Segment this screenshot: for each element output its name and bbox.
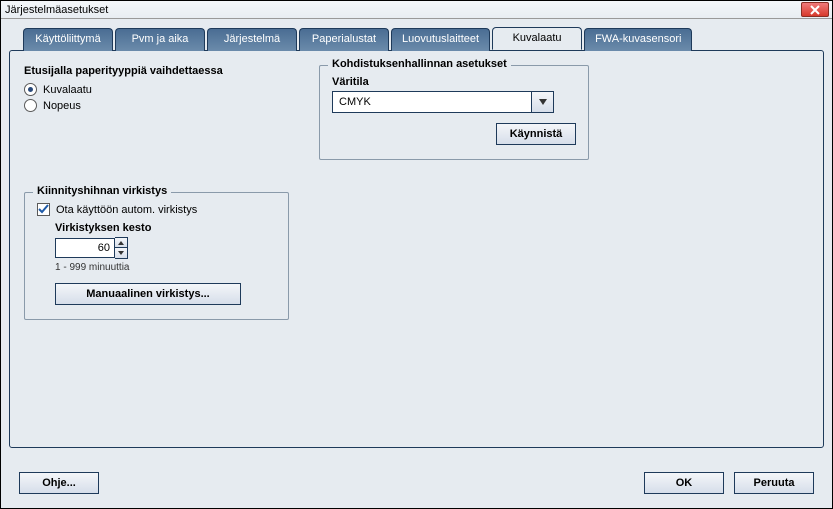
manual-refresh-button[interactable]: Manuaalinen virkistys... <box>55 283 241 305</box>
duration-input[interactable] <box>55 238 115 258</box>
tab-datetime[interactable]: Pvm ja aika <box>115 28 205 51</box>
ok-button[interactable]: OK <box>644 472 724 494</box>
footer-buttons: Ohje... OK Peruuta <box>9 466 824 500</box>
tab-system[interactable]: Järjestelmä <box>207 28 297 51</box>
check-icon <box>38 204 49 215</box>
registration-title: Kohdistuksenhallinnan asetukset <box>328 58 511 70</box>
auto-refresh-row[interactable]: Ota käyttöön autom. virkistys <box>37 203 276 216</box>
radio-image-quality[interactable] <box>24 83 37 96</box>
radio-row-quality[interactable]: Kuvalaatu <box>24 83 289 96</box>
tab-papertrays[interactable]: Paperialustat <box>299 28 389 51</box>
chevron-down-icon <box>539 99 547 105</box>
registration-start-button[interactable]: Käynnistä <box>496 123 576 145</box>
auto-refresh-label: Ota käyttöön autom. virkistys <box>56 204 197 216</box>
cancel-button[interactable]: Peruuta <box>734 472 814 494</box>
radio-label-quality: Kuvalaatu <box>43 84 92 96</box>
refresh-group: Kiinnityshihnan virkistys Ota käyttöön a… <box>24 192 289 320</box>
content-area: Käyttöliittymä Pvm ja aika Järjestelmä P… <box>1 19 832 456</box>
color-mode-label: Väritila <box>332 76 576 88</box>
help-button[interactable]: Ohje... <box>19 472 99 494</box>
tab-fwa-sensor[interactable]: FWA-kuvasensori <box>584 28 692 51</box>
tab-output[interactable]: Luovutuslaitteet <box>391 28 490 51</box>
color-mode-dropdown-button[interactable] <box>532 91 554 113</box>
tabstrip: Käyttöliittymä Pvm ja aika Järjestelmä P… <box>23 27 824 50</box>
spinner-up[interactable] <box>115 238 127 248</box>
system-settings-window: Järjestelmäasetukset Käyttöliittymä Pvm … <box>0 0 833 509</box>
radio-label-speed: Nopeus <box>43 100 81 112</box>
chevron-up-icon <box>118 241 124 245</box>
duration-spinner <box>55 237 276 259</box>
radio-speed[interactable] <box>24 99 37 112</box>
tab-ui[interactable]: Käyttöliittymä <box>23 28 113 51</box>
tab-panel: Etusijalla paperityyppiä vaihdettaessa K… <box>9 50 824 448</box>
auto-refresh-checkbox[interactable] <box>37 203 50 216</box>
color-mode-select[interactable]: CMYK <box>332 91 576 113</box>
chevron-down-icon <box>118 251 124 255</box>
titlebar: Järjestelmäasetukset <box>1 1 832 19</box>
priority-title: Etusijalla paperityyppiä vaihdettaessa <box>24 65 289 77</box>
window-title: Järjestelmäasetukset <box>5 4 108 16</box>
duration-label: Virkistyksen kesto <box>55 222 276 234</box>
tab-image-quality[interactable]: Kuvalaatu <box>492 27 582 50</box>
left-column: Etusijalla paperityyppiä vaihdettaessa K… <box>24 65 289 320</box>
radio-row-speed[interactable]: Nopeus <box>24 99 289 112</box>
registration-group: Kohdistuksenhallinnan asetukset Väritila… <box>319 65 589 160</box>
close-icon <box>810 5 820 15</box>
close-button[interactable] <box>801 2 829 17</box>
refresh-title: Kiinnityshihnan virkistys <box>33 185 171 197</box>
color-mode-value: CMYK <box>332 91 532 113</box>
duration-hint: 1 - 999 minuuttia <box>55 262 276 273</box>
spinner-buttons <box>115 237 128 259</box>
right-column: Kohdistuksenhallinnan asetukset Väritila… <box>319 65 589 320</box>
spinner-down[interactable] <box>115 248 127 258</box>
